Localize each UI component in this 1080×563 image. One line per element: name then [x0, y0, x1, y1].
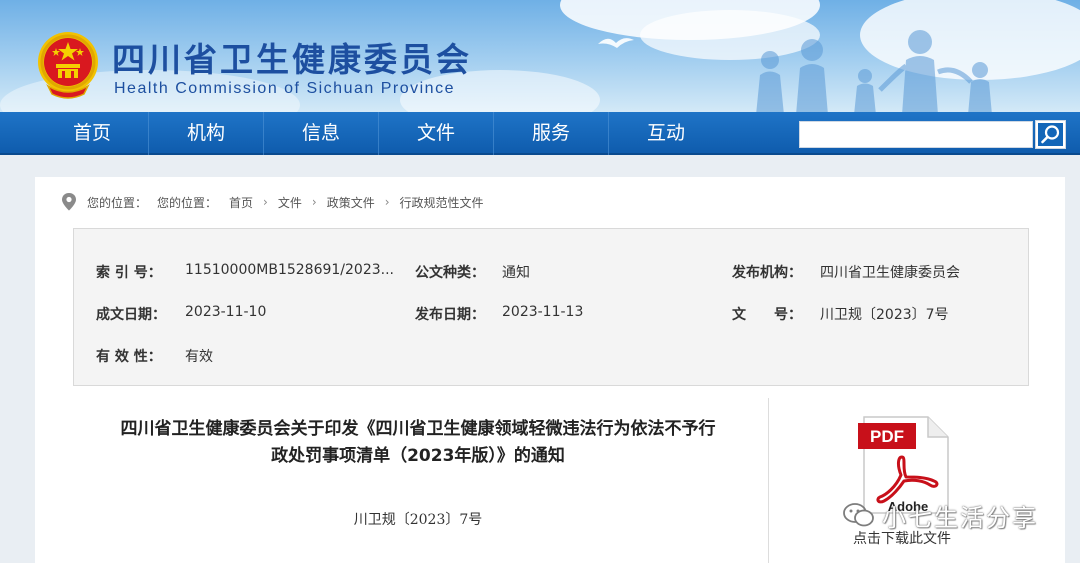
- nav-item-home[interactable]: 首页: [36, 112, 148, 155]
- nav-item-interaction[interactable]: 互动: [609, 112, 723, 155]
- breadcrumb-link-policy-documents[interactable]: 政策文件: [327, 194, 375, 211]
- column-divider: [768, 398, 769, 563]
- header-banner: 四川省卫生健康委员会 Health Commission of Sichuan …: [0, 0, 1080, 112]
- publish-date-label: 发布日期：: [415, 307, 485, 323]
- location-pin-icon: [62, 193, 76, 211]
- document-number-label: 文 号：: [732, 307, 802, 323]
- nav-item-services[interactable]: 服务: [494, 112, 608, 155]
- breadcrumb-prefix: 您的位置：: [87, 195, 148, 210]
- issuer-value: 四川省卫生健康委员会: [820, 265, 960, 281]
- validity-value: 有效: [185, 349, 213, 365]
- family-silhouette-illustration: [756, 30, 992, 112]
- chevron-right-icon: ›: [384, 195, 390, 209]
- written-date-label: 成文日期：: [96, 307, 166, 323]
- chevron-right-icon: ›: [311, 195, 317, 209]
- bird-icon: [598, 38, 634, 48]
- national-emblem-logo: [38, 32, 98, 99]
- issuer-label: 发布机构：: [732, 265, 802, 281]
- document-metadata-box: 索 引 号： 11510000MB1528691/2023... 公文种类： 通…: [73, 228, 1029, 386]
- breadcrumb-link-home[interactable]: 首页: [229, 194, 253, 211]
- site-title: 四川省卫生健康委员会: [112, 40, 472, 79]
- watermark: 小七生活分享: [842, 500, 1038, 532]
- breadcrumb: 您的位置： 您的位置： 首页 › 文件 › 政策文件 › 行政规范性文件: [60, 191, 484, 213]
- document-number-value: 川卫规〔2023〕7号: [820, 307, 949, 323]
- document-title: 四川省卫生健康委员会关于印发《四川省卫生健康领域轻微违法行为依法不予行 政处罚事…: [80, 416, 756, 470]
- written-date-value: 2023-11-10: [185, 304, 267, 320]
- nav-item-information[interactable]: 信息: [264, 112, 378, 155]
- search-icon: [1038, 123, 1063, 146]
- index-number-label: 索 引 号：: [96, 265, 162, 281]
- site-subtitle-english: Health Commission of Sichuan Province: [114, 80, 455, 97]
- index-number-value: 11510000MB1528691/2023...: [185, 262, 394, 278]
- wechat-icon: [843, 503, 874, 527]
- pdf-label: PDF: [870, 427, 904, 446]
- breadcrumb-link-normative-documents[interactable]: 行政规范性文件: [400, 194, 484, 211]
- validity-label: 有 效 性：: [96, 349, 162, 365]
- document-type-value: 通知: [502, 265, 530, 281]
- chevron-right-icon: ›: [263, 195, 268, 209]
- document-type-label: 公文种类：: [415, 265, 485, 281]
- publish-date-value: 2023-11-13: [502, 304, 584, 320]
- nav-item-documents[interactable]: 文件: [379, 112, 493, 155]
- search-input[interactable]: [799, 121, 1033, 148]
- document-title-line: 政处罚事项清单（2023年版）》的通知: [271, 446, 565, 466]
- document-title-line: 四川省卫生健康委员会关于印发《四川省卫生健康领域轻微违法行为依法不予行: [120, 419, 716, 439]
- nav-item-organization[interactable]: 机构: [149, 112, 263, 155]
- search-button[interactable]: [1035, 120, 1066, 149]
- download-file-link[interactable]: 点击下载此文件: [853, 528, 951, 548]
- breadcrumb-link-documents[interactable]: 文件: [278, 194, 302, 211]
- document-number: 川卫规〔2023〕7号: [353, 512, 483, 528]
- breadcrumb-prefix: 您的位置：: [157, 195, 218, 210]
